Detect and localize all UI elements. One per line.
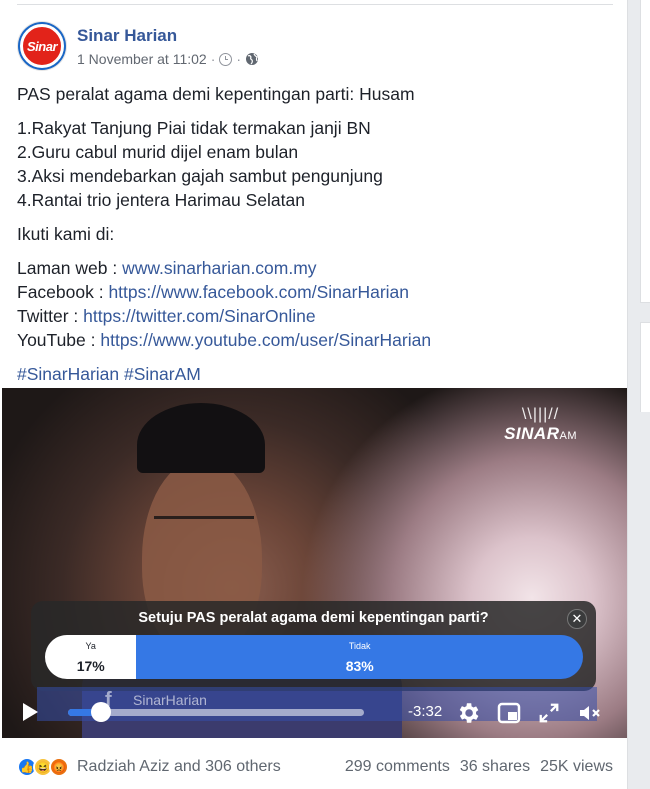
post-body: PAS peralat agama demi kepentingan parti… [17, 82, 607, 386]
youtube-link[interactable]: https://www.youtube.com/user/SinarHarian [100, 330, 431, 350]
seek-handle[interactable] [90, 702, 111, 722]
side-panel [640, 322, 650, 412]
post-stats: 299 comments 36 shares 25K views [345, 758, 613, 776]
link-label: Twitter : [17, 306, 84, 326]
poll-option-percent: 17% [76, 658, 105, 674]
list-item: 1.Rakyat Tanjung Piai tidak termakan jan… [17, 118, 371, 138]
divider [17, 4, 613, 5]
follow-intro: Ikuti kami di: [17, 224, 115, 244]
link-row: Facebook : https://www.facebook.com/Sina… [17, 280, 607, 304]
poll-option-label: Ya [85, 641, 96, 651]
sinar-am-logo: \\|||// SINARAM [504, 406, 577, 444]
sinar-logo-icon: Sinar [20, 24, 64, 68]
post-meta: 1 November at 11:02 · · [77, 51, 259, 67]
comments-count[interactable]: 299 comments [345, 758, 450, 776]
poll-option-tidak[interactable]: Tidak 83% [136, 635, 583, 679]
link-row: Twitter : https://twitter.com/SinarOnlin… [17, 304, 607, 328]
poll-option-percent: 83% [345, 658, 374, 674]
seek-bar[interactable] [68, 709, 364, 716]
post-header: Sinar Sinar Harian 1 November at 11:02 ·… [17, 20, 259, 72]
post-card: Sinar Sinar Harian 1 November at 11:02 ·… [0, 0, 628, 789]
post-meta-block: Sinar Harian 1 November at 11:02 · · [77, 25, 259, 67]
close-icon[interactable]: ✕ [567, 609, 587, 629]
poll-option-ya[interactable]: Ya 17% [45, 635, 137, 679]
hashtags[interactable]: #SinarHarian #SinarAM [17, 362, 607, 386]
post-footer: 👍 😆 😡 Radziah Aziz and 306 others 299 co… [17, 752, 613, 782]
link-row: YouTube : https://www.youtube.com/user/S… [17, 328, 607, 352]
reactors-text[interactable]: Radziah Aziz and 306 others [77, 758, 281, 776]
miniplayer-icon[interactable] [495, 699, 523, 727]
post-timestamp[interactable]: 1 November at 11:02 [77, 51, 207, 67]
watermark-text: SinarHarian [133, 692, 207, 708]
link-label: Laman web : [17, 258, 123, 278]
list-item: 4.Rantai trio jentera Harimau Selatan [17, 190, 305, 210]
facebook-link[interactable]: https://www.facebook.com/SinarHarian [108, 282, 409, 302]
poll-question: Setuju PAS peralat agama demi kepentinga… [138, 610, 489, 626]
post-headline: PAS peralat agama demi kepentingan parti… [17, 84, 415, 104]
avatar-text: Sinar [26, 38, 58, 54]
logo-word: SINARAM [504, 424, 577, 443]
time-remaining: -3:32 [408, 703, 443, 720]
video-frame-songkok [137, 403, 265, 473]
angry-icon: 😡 [49, 757, 69, 777]
play-icon[interactable] [23, 703, 38, 721]
clock-icon [219, 52, 233, 66]
link-row: Laman web : www.sinarharian.com.my [17, 256, 607, 280]
views-count[interactable]: 25K views [540, 758, 613, 776]
avatar[interactable]: Sinar [17, 21, 67, 71]
mute-icon[interactable] [576, 699, 604, 727]
separator: · [210, 51, 216, 67]
separator: · [236, 51, 242, 67]
gear-icon[interactable] [454, 699, 482, 727]
logo-rays: \\|||// [521, 406, 560, 423]
fullscreen-icon[interactable] [535, 699, 563, 727]
list-item: 3.Aksi mendebarkan gajah sambut pengunju… [17, 166, 383, 186]
twitter-link[interactable]: https://twitter.com/SinarOnline [83, 306, 315, 326]
website-link[interactable]: www.sinarharian.com.my [122, 258, 317, 278]
poll-results: Ya 17% Tidak 83% [45, 635, 583, 679]
poll-option-label: Tidak [348, 641, 371, 651]
poll-overlay: Setuju PAS peralat agama demi kepentinga… [31, 601, 596, 691]
link-label: YouTube : [17, 330, 101, 350]
video-controls: f SinarHarian -3:32 [2, 687, 627, 738]
link-label: Facebook : [17, 282, 109, 302]
side-panel [640, 0, 650, 303]
reactions[interactable]: 👍 😆 😡 [17, 757, 69, 777]
globe-icon[interactable] [245, 52, 259, 66]
list-item: 2.Guru cabul murid dijel enam bulan [17, 142, 299, 162]
video-frame-glasses [154, 516, 254, 538]
page-name-link[interactable]: Sinar Harian [77, 25, 259, 47]
shares-count[interactable]: 36 shares [460, 758, 530, 776]
